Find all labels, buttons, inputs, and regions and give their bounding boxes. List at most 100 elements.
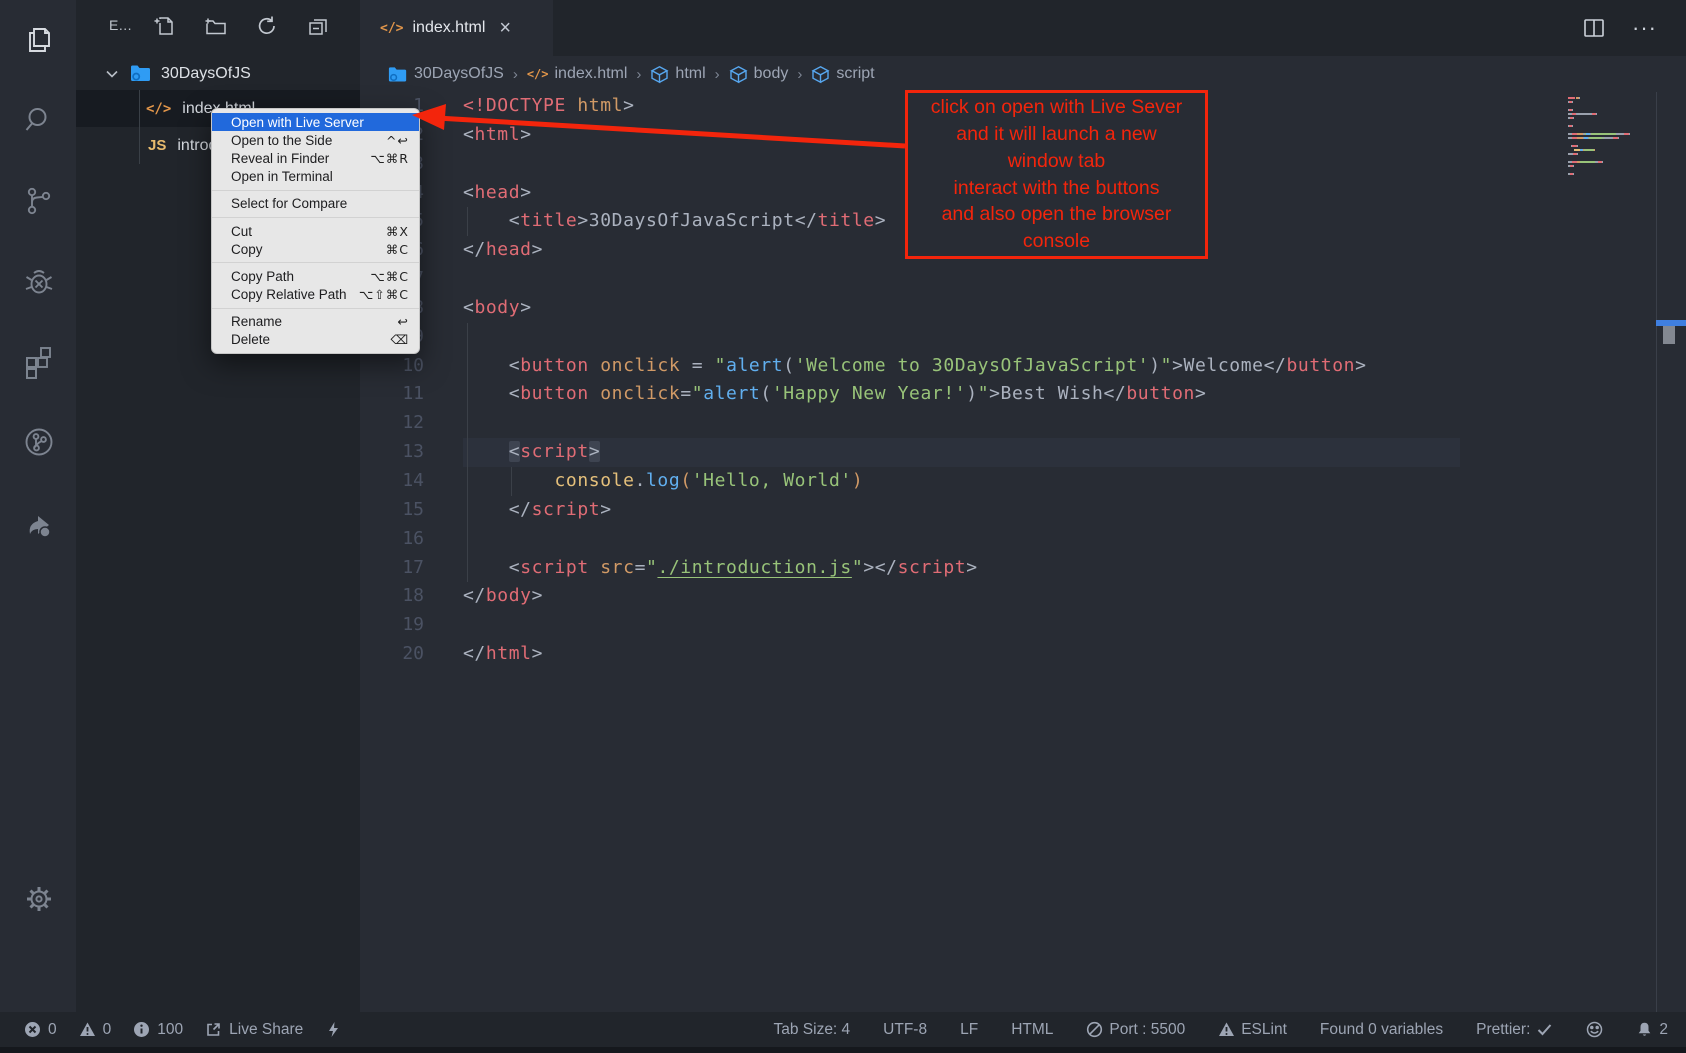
menu-item-label: Open to the Side — [231, 133, 332, 148]
code-line-11[interactable]: 11 <button onclick="alert('Happy New Yea… — [360, 380, 1686, 409]
minimap[interactable] — [1568, 97, 1663, 177]
code-line-19[interactable]: 19 — [360, 611, 1686, 640]
status-lightning-icon[interactable] — [325, 1021, 342, 1038]
more-actions-icon[interactable]: ··· — [1632, 15, 1658, 41]
status-utf-8[interactable]: UTF-8 — [883, 1021, 927, 1039]
menu-item-label: Rename — [231, 314, 282, 329]
status-label: 0 — [48, 1021, 57, 1039]
search-icon[interactable] — [22, 103, 56, 137]
status-prettier[interactable]: Prettier: — [1476, 1021, 1553, 1039]
line-number: 15 — [360, 496, 424, 525]
explorer-icon[interactable] — [22, 23, 56, 57]
breadcrumb-item-index-html[interactable]: </>index.html — [527, 65, 628, 83]
html-file-icon: </> — [380, 21, 403, 36]
status-0[interactable]: 0 — [79, 1021, 112, 1039]
menu-item-open-to-the-side[interactable]: Open to the Side ^↩ — [212, 131, 419, 149]
menu-item-rename[interactable]: Rename ↩ — [212, 313, 419, 331]
breadcrumb-item-script[interactable]: script — [811, 65, 874, 84]
menu-item-copy-path[interactable]: Copy Path⌥⌘C — [212, 267, 419, 285]
code-text: <button onclick="alert('Happy New Year!'… — [463, 380, 1206, 409]
breadcrumb-separator: › — [513, 66, 518, 83]
menu-separator — [212, 262, 419, 263]
status-100[interactable]: 100 — [133, 1021, 183, 1039]
extensions-icon[interactable] — [22, 345, 56, 379]
status-label: Live Share — [229, 1021, 303, 1039]
menu-item-reveal-in-finder[interactable]: Reveal in Finder⌥⌘R — [212, 149, 419, 167]
collapse-all-icon[interactable] — [306, 14, 330, 38]
status-lf[interactable]: LF — [960, 1021, 978, 1039]
menu-item-shortcut: ↩ — [398, 314, 409, 329]
breadcrumb-label: body — [754, 65, 789, 83]
status-found-0-variables[interactable]: Found 0 variables — [1320, 1021, 1443, 1039]
line-number: 17 — [360, 554, 424, 583]
new-folder-icon[interactable] — [204, 14, 228, 38]
menu-item-shortcut: ⌥⌘R — [370, 151, 409, 166]
status-live-share[interactable]: Live Share — [205, 1021, 303, 1039]
status-tab-size-4[interactable]: Tab Size: 4 — [773, 1021, 850, 1039]
code-line-7[interactable]: 7 — [360, 265, 1686, 294]
status-eslint[interactable]: ESLint — [1218, 1021, 1287, 1039]
menu-item-copy-relative-path[interactable]: Copy Relative Path ⌥⇧⌘C — [212, 286, 419, 304]
menu-item-copy[interactable]: Copy⌘C — [212, 240, 419, 258]
menu-item-label: Copy Relative Path — [231, 287, 347, 302]
breadcrumb-item-body[interactable]: body — [729, 65, 789, 84]
menu-item-select-for-compare[interactable]: Select for Compare — [212, 195, 419, 213]
code-line-12[interactable]: 12 — [360, 409, 1686, 438]
new-file-icon[interactable] — [153, 14, 177, 38]
menu-item-shortcut: ⌥⌘C — [370, 269, 409, 284]
status-0[interactable]: 0 — [24, 1021, 57, 1039]
breadcrumb-item-30daysofjs[interactable]: 30DaysOfJS — [388, 65, 504, 83]
window-bottom-edge — [0, 1047, 1686, 1053]
split-editor-icon[interactable] — [1581, 15, 1607, 41]
code-line-15[interactable]: 15 </script> — [360, 496, 1686, 525]
gitlens-icon[interactable] — [22, 425, 56, 459]
debug-icon[interactable] — [22, 265, 56, 299]
annotation-box: click on open with Live Severand it will… — [905, 90, 1208, 259]
status-bar-right: Tab Size: 4 UTF-8 LF HTML Port : 5500 ESLint F… — [773, 1021, 1668, 1039]
status-2[interactable]: 2 — [1636, 1021, 1668, 1039]
symbol-cube-icon — [729, 65, 748, 84]
status-html[interactable]: HTML — [1011, 1021, 1053, 1039]
close-icon[interactable]: × — [499, 18, 511, 38]
context-menu: Open with Live ServerOpen to the Side^↩R… — [211, 108, 420, 354]
status-label: ESLint — [1241, 1021, 1287, 1039]
code-line-13[interactable]: 13 <script> — [360, 438, 1686, 467]
code-line-16[interactable]: 16 — [360, 525, 1686, 554]
status-smiley-icon[interactable] — [1586, 1021, 1603, 1038]
menu-item-open-in-terminal[interactable]: Open in Terminal — [212, 168, 419, 186]
code-text: <script> — [463, 438, 600, 467]
menu-item-shortcut: ⌥⇧⌘C — [359, 287, 409, 302]
sidebar-item-folder[interactable]: 30DaysOfJS — [76, 57, 360, 90]
code-text: console.log('Hello, World') — [463, 467, 863, 496]
code-text: <button onclick = "alert('Welcome to 30D… — [463, 352, 1367, 381]
menu-item-cut[interactable]: Cut⌘X — [212, 222, 419, 240]
code-line-18[interactable]: 18</body> — [360, 582, 1686, 611]
status-port-5500[interactable]: Port : 5500 — [1086, 1021, 1185, 1039]
share-arrow-icon[interactable] — [22, 506, 56, 540]
status-label: LF — [960, 1021, 978, 1039]
port-icon — [1086, 1021, 1103, 1038]
code-text: <script src="./introduction.js"></script… — [463, 554, 978, 583]
code-line-17[interactable]: 17 <script src="./introduction.js"></scr… — [360, 554, 1686, 583]
code-line-8[interactable]: 8<body> — [360, 294, 1686, 323]
annotation-text: and also open the browser — [942, 201, 1172, 228]
line-number: 20 — [360, 640, 424, 669]
scrollbar-handle[interactable] — [1663, 326, 1675, 344]
symbol-cube-icon — [811, 65, 830, 84]
source-control-icon[interactable] — [22, 184, 56, 218]
settings-gear-icon[interactable] — [22, 882, 56, 916]
menu-item-shortcut: ^↩ — [386, 133, 409, 148]
code-text: </body> — [463, 582, 543, 611]
menu-item-delete[interactable]: Delete⌫ — [212, 331, 419, 349]
code-line-20[interactable]: 20</html> — [360, 640, 1686, 669]
breadcrumb-item-html[interactable]: html — [650, 65, 705, 84]
refresh-icon[interactable] — [255, 14, 279, 38]
code-line-10[interactable]: 10 <button onclick = "alert('Welcome to … — [360, 352, 1686, 381]
code-line-9[interactable]: 9 — [360, 323, 1686, 352]
code-line-14[interactable]: 14 console.log('Hello, World') — [360, 467, 1686, 496]
tab-index-html[interactable]: </> index.html × — [360, 0, 553, 56]
menu-item-open-with-live-server[interactable]: Open with Live Server — [212, 113, 419, 131]
menu-item-label: Cut — [231, 224, 252, 239]
status-bar: 0 0 100 Live Share Tab Size: 4 UTF-8 LF HTML Po… — [0, 1012, 1686, 1047]
status-bar-left: 0 0 100 Live Share — [24, 1021, 342, 1039]
